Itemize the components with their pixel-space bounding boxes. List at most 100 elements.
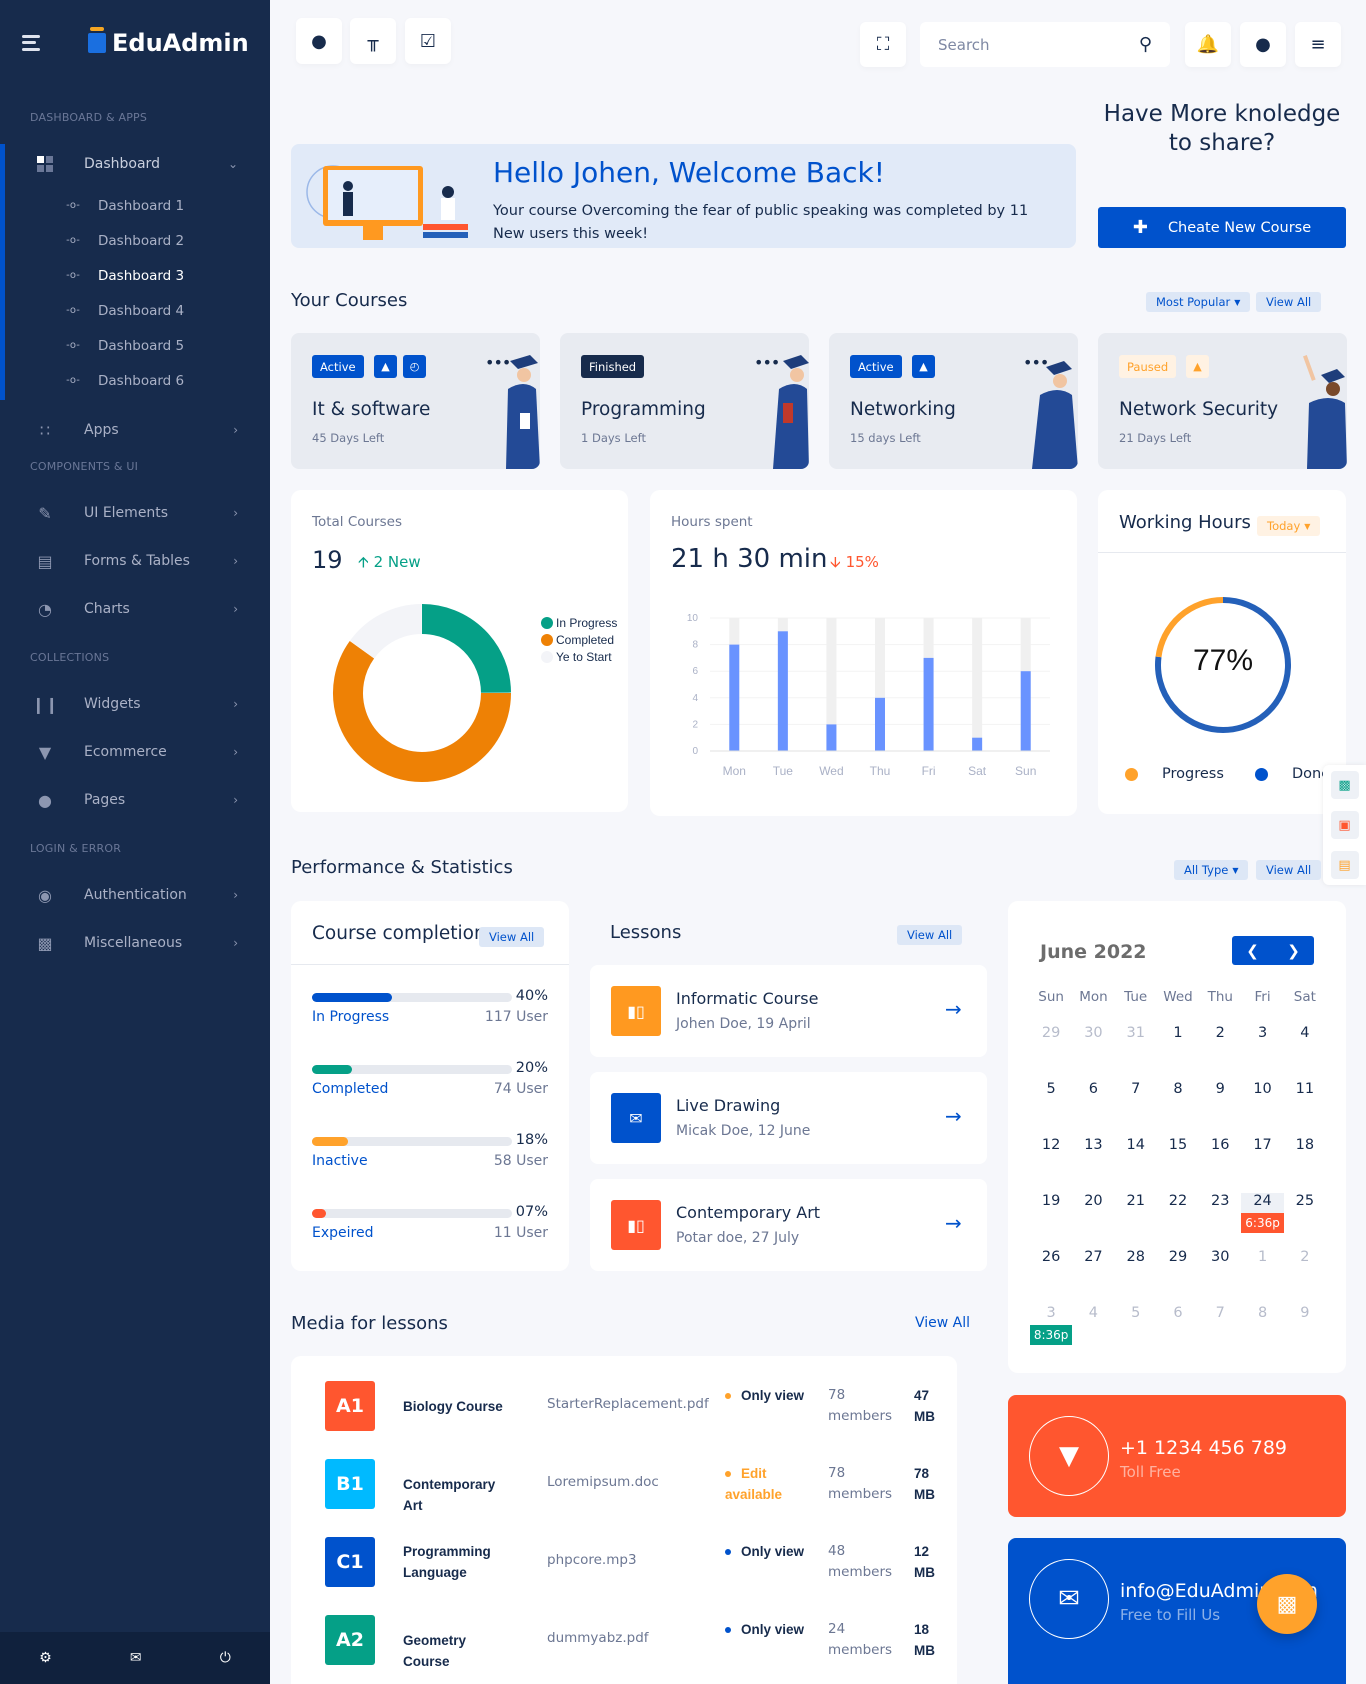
performance-view-all-button[interactable]: View All bbox=[1256, 860, 1322, 880]
brand-logo[interactable]: EduAdmin bbox=[88, 26, 249, 57]
course-completion-view-all[interactable]: View All bbox=[479, 927, 545, 947]
calendar-day[interactable]: 7 bbox=[1115, 1081, 1157, 1117]
calendar-day[interactable]: 9 bbox=[1199, 1081, 1241, 1117]
chat-bubble-button[interactable]: ▩ bbox=[1257, 1574, 1317, 1634]
media-file-name[interactable]: dummyabz.pdf bbox=[547, 1630, 649, 1646]
signpost-button[interactable]: ╥ bbox=[350, 18, 396, 64]
calendar-day[interactable]: 23 bbox=[1199, 1193, 1241, 1229]
course-card[interactable]: Finished ••• Programming 1 Days Left bbox=[560, 333, 809, 469]
calendar-day[interactable]: 4 bbox=[1072, 1305, 1114, 1341]
calendar-day[interactable]: 5 bbox=[1115, 1305, 1157, 1341]
lesson-item[interactable]: ▮▯ Contemporary Art Potar doe, 27 July → bbox=[590, 1179, 987, 1271]
calendar-day[interactable]: 2 bbox=[1284, 1249, 1326, 1285]
create-course-button[interactable]: ✚ Cheate New Course bbox=[1098, 207, 1346, 248]
clipboard-button[interactable]: ☑ bbox=[405, 18, 451, 64]
lesson-item[interactable]: ✉ Live Drawing Micak Doe, 12 June → bbox=[590, 1072, 987, 1164]
next-month-button[interactable]: ❯ bbox=[1273, 936, 1314, 965]
sidebar-item-authentication[interactable]: ◉ Authentication › bbox=[0, 871, 270, 919]
calendar-day[interactable]: 1 bbox=[1157, 1025, 1199, 1061]
calendar-day[interactable]: 29 bbox=[1030, 1025, 1072, 1061]
sidebar-subitem[interactable]: -o- Dashboard 2 bbox=[0, 223, 270, 258]
sidebar-item-miscellaneous[interactable]: ▩ Miscellaneous › bbox=[0, 919, 270, 967]
sidebar-item-forms-tables[interactable]: ▤ Forms & Tables › bbox=[0, 537, 270, 585]
calendar-day[interactable]: 16 bbox=[1199, 1137, 1241, 1173]
sidebar-item-ecommerce[interactable]: ▼ Ecommerce › bbox=[0, 728, 270, 776]
calendar-day[interactable]: 3 8:36p bbox=[1030, 1305, 1073, 1345]
media-row[interactable]: B1 Contemporary Art Loremipsum.doc Edit ava… bbox=[325, 1459, 945, 1513]
calendar-day[interactable]: 6 bbox=[1072, 1081, 1114, 1117]
sidebar-subitem[interactable]: -o- Dashboard 5 bbox=[0, 328, 270, 363]
arrow-right-icon[interactable]: → bbox=[945, 1104, 962, 1128]
calendar-day[interactable]: 24 6:36p bbox=[1241, 1193, 1284, 1233]
money-icon[interactable]: ▩ bbox=[1330, 771, 1359, 799]
sidebar-subitem[interactable]: -o- Dashboard 1 bbox=[0, 188, 270, 223]
calendar-day[interactable]: 1 bbox=[1241, 1249, 1283, 1285]
sidebar-subitem[interactable]: -o- Dashboard 4 bbox=[0, 293, 270, 328]
calendar-day[interactable]: 18 bbox=[1284, 1137, 1326, 1173]
calendar-day[interactable]: 28 bbox=[1115, 1249, 1157, 1285]
calendar-day[interactable]: 4 bbox=[1284, 1025, 1326, 1061]
media-row[interactable]: C1 Programming Language phpcore.mp3 Only vi… bbox=[325, 1537, 945, 1589]
calendar-day[interactable]: 5 bbox=[1030, 1081, 1072, 1117]
calendar-day[interactable]: 3 bbox=[1241, 1025, 1283, 1061]
most-popular-dropdown[interactable]: Most Popular ▼ bbox=[1146, 292, 1251, 312]
sidebar-item-charts[interactable]: ◔ Charts › bbox=[0, 585, 270, 633]
calendar-day[interactable]: 10 bbox=[1241, 1081, 1283, 1117]
media-row[interactable]: A2 Geometry Course dummyabz.pdf Only view 24… bbox=[325, 1615, 945, 1669]
media-file-name[interactable]: StarterReplacement.pdf bbox=[547, 1396, 709, 1412]
calendar-day[interactable]: 15 bbox=[1157, 1137, 1199, 1173]
calendar-event[interactable]: 6:36p bbox=[1241, 1213, 1284, 1233]
calendar-day[interactable]: 7 bbox=[1199, 1305, 1241, 1341]
mail-icon[interactable]: ✉ bbox=[130, 1650, 142, 1666]
calendar-day[interactable]: 26 bbox=[1030, 1249, 1072, 1285]
calendar-day[interactable]: 29 bbox=[1157, 1249, 1199, 1285]
search-icon[interactable]: ⚲ bbox=[1139, 34, 1152, 55]
calendar-day[interactable]: 31 bbox=[1115, 1025, 1157, 1061]
search-input[interactable] bbox=[938, 35, 1139, 54]
fullscreen-button[interactable]: ⛶ bbox=[860, 22, 906, 67]
sidebar-item-widgets[interactable]: ❙❙ Widgets › bbox=[0, 680, 270, 728]
today-dropdown[interactable]: Today ▼ bbox=[1257, 516, 1321, 536]
chat-button[interactable]: ● bbox=[296, 18, 342, 64]
calendar-day[interactable]: 20 bbox=[1072, 1193, 1114, 1229]
course-card[interactable]: Paused ▲ Network Security 21 Days Left bbox=[1098, 333, 1347, 469]
arrow-right-icon[interactable]: → bbox=[945, 1211, 962, 1235]
courses-view-all-button[interactable]: View All bbox=[1256, 292, 1322, 312]
calendar-day[interactable]: 30 bbox=[1199, 1249, 1241, 1285]
prev-month-button[interactable]: ❮ bbox=[1232, 936, 1273, 965]
legend-item[interactable]: Ye to Start bbox=[541, 650, 617, 664]
calendar-day[interactable]: 12 bbox=[1030, 1137, 1072, 1173]
notifications-button[interactable]: 🔔 bbox=[1185, 22, 1231, 67]
power-icon[interactable]: ⏻ bbox=[220, 1650, 231, 1666]
legend-item[interactable]: Completed bbox=[541, 633, 617, 647]
media-file-name[interactable]: phpcore.mp3 bbox=[547, 1552, 637, 1568]
sidebar-item-ui-elements[interactable]: ✎ UI Elements › bbox=[0, 489, 270, 537]
settings-icon[interactable]: ⚙ bbox=[39, 1650, 52, 1666]
calendar-day[interactable]: 13 bbox=[1072, 1137, 1114, 1173]
calendar-day[interactable]: 30 bbox=[1072, 1025, 1114, 1061]
calendar-day[interactable]: 11 bbox=[1284, 1081, 1326, 1117]
media-file-name[interactable]: Loremipsum.doc bbox=[547, 1474, 659, 1490]
calendar-event[interactable]: 8:36p bbox=[1030, 1325, 1073, 1345]
calendar-day[interactable]: 8 bbox=[1241, 1305, 1283, 1341]
menu-toggle-icon[interactable] bbox=[22, 34, 42, 51]
calendar-day[interactable]: 8 bbox=[1157, 1081, 1199, 1117]
calendar-day[interactable]: 9 bbox=[1284, 1305, 1326, 1341]
calendar-day[interactable]: 22 bbox=[1157, 1193, 1199, 1229]
image-icon[interactable]: ▣ bbox=[1330, 811, 1359, 839]
calendar-day[interactable]: 21 bbox=[1115, 1193, 1157, 1229]
settings-toggle-button[interactable]: ≡ bbox=[1295, 22, 1341, 67]
calendar-day[interactable]: 27 bbox=[1072, 1249, 1114, 1285]
sidebar-item-dashboard[interactable]: Dashboard ⌄ bbox=[0, 140, 270, 188]
sidebar-subitem[interactable]: -o- Dashboard 3 bbox=[0, 258, 270, 293]
media-view-all-link[interactable]: View All bbox=[915, 1315, 970, 1331]
calendar-day[interactable]: 14 bbox=[1115, 1137, 1157, 1173]
calendar-day[interactable]: 2 bbox=[1199, 1025, 1241, 1061]
sidebar-item-apps[interactable]: ∷ Apps › bbox=[0, 406, 270, 454]
course-card[interactable]: Active ▲ ◴ ••• It & software 45 Days Lef… bbox=[291, 333, 540, 469]
all-type-dropdown[interactable]: All Type ▼ bbox=[1174, 860, 1249, 880]
calendar-day[interactable]: 25 bbox=[1284, 1193, 1326, 1229]
calendar-day[interactable]: 17 bbox=[1241, 1137, 1283, 1173]
sidebar-subitem[interactable]: -o- Dashboard 6 bbox=[0, 363, 270, 398]
arrow-right-icon[interactable]: → bbox=[945, 997, 962, 1021]
